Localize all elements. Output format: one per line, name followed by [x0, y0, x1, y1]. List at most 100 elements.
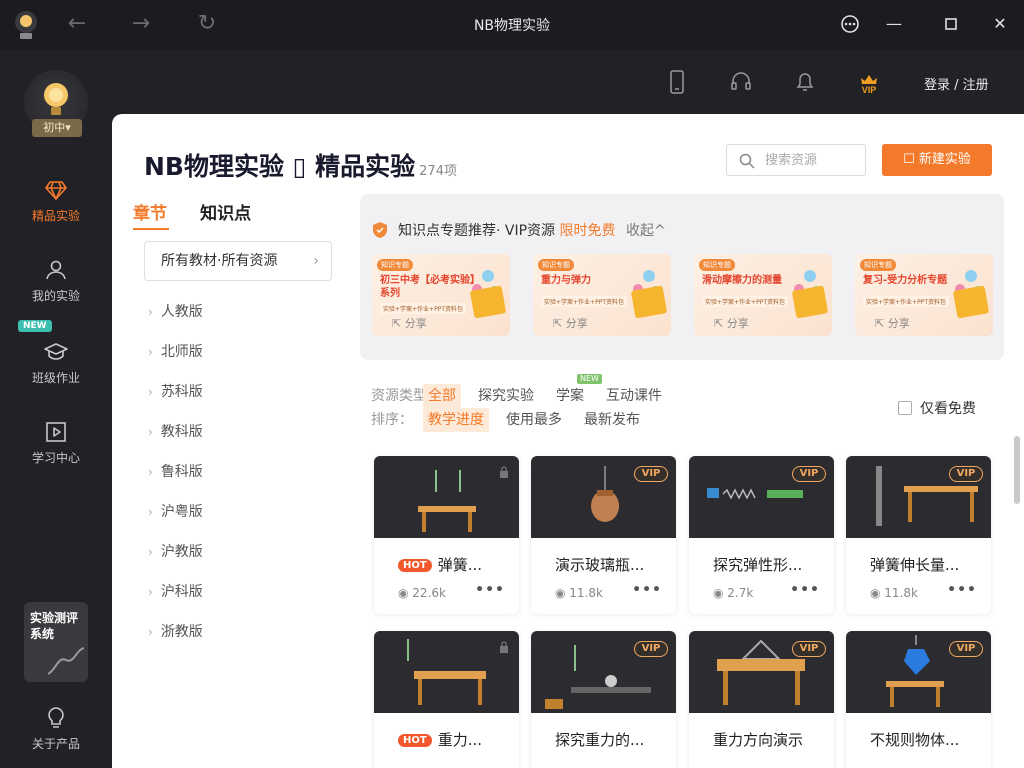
free-only-label: 仅看免费 — [920, 401, 976, 417]
edition-item[interactable]: › 沪教版 — [148, 540, 203, 580]
page-title-text: NB物理实验 ▯ 精品实验 — [144, 152, 416, 181]
hot-badge: HOT — [398, 559, 432, 572]
edition-item[interactable]: › 人教版 — [148, 300, 203, 340]
chevron-right-icon: › — [148, 345, 153, 359]
topic-subtitle: 实验+学案+作业+PPT资料包 — [702, 296, 788, 307]
sidebar-item-learning-center[interactable]: 学习中心 — [0, 420, 112, 466]
share-icon: ⇱ — [875, 317, 888, 330]
sidebar-item-label: 关于产品 — [31, 737, 80, 751]
experiment-thumbnail — [374, 631, 519, 713]
view-count: ◉ 2.7k — [713, 586, 754, 600]
experiment-thumbnail: VIP — [689, 456, 834, 538]
decor-bubble — [643, 270, 655, 282]
more-options-icon[interactable] — [838, 12, 862, 36]
experiment-title: 探究重力的... — [555, 731, 645, 749]
eye-icon: ◉ — [555, 586, 570, 600]
experiment-card[interactable]: VIP 演示玻璃瓶... ◉ 11.8k ••• — [531, 456, 676, 614]
bell-notification-icon[interactable] — [794, 70, 816, 94]
edition-item[interactable]: › 苏科版 — [148, 380, 203, 420]
experiment-title: 探究弹性形... — [713, 556, 803, 574]
edition-item[interactable]: › 教科版 — [148, 420, 203, 460]
tab-knowledge-point[interactable]: 知识点 — [200, 199, 251, 228]
vip-crown-icon[interactable]: VIP — [858, 70, 880, 94]
share-button[interactable]: ⇱ 分享 — [875, 315, 910, 331]
share-button[interactable]: ⇱ 分享 — [714, 315, 749, 331]
topic-recommendation-panel: 知识点专题推荐· VIP资源 限时免费 收起^ 知识专题 初三中考【必考实验】系… — [360, 194, 1004, 360]
sidebar-item-label: 精品实验 — [31, 209, 80, 223]
experiment-card[interactable]: HOT 弹簧... ◉ 22.6k ••• — [374, 456, 519, 614]
share-button[interactable]: ⇱ 分享 — [392, 315, 427, 331]
tab-chapter[interactable]: 章节 — [133, 199, 169, 230]
edition-item[interactable]: › 浙教版 — [148, 620, 203, 660]
more-options-button[interactable]: ••• — [790, 582, 820, 598]
minimize-icon[interactable]: — — [882, 12, 906, 36]
topic-card[interactable]: 知识专题 滑动摩擦力的测量 实验+学案+作业+PPT资料包 ⇱ 分享 — [694, 254, 832, 336]
view-count: ◉ 11.8k — [870, 586, 918, 600]
topic-card[interactable]: 知识专题 复习-受力分析专题 实验+学案+作业+PPT资料包 ⇱ 分享 — [855, 254, 993, 336]
headset-support-icon[interactable] — [730, 70, 752, 94]
free-only-checkbox[interactable]: 仅看免费 — [898, 398, 976, 418]
sidebar: 初中▾ 精品实验 我的实验 NEW 班级作业 学习中心 实验测评 系统 关于产品 — [0, 50, 112, 768]
experiment-card[interactable]: VIP 探究重力的... — [531, 631, 676, 768]
filter-type-courseware[interactable]: 互动课件 — [601, 384, 667, 408]
experiment-thumbnail: VIP — [846, 631, 991, 713]
maximize-icon[interactable] — [939, 12, 963, 36]
sidebar-item-label: 我的实验 — [31, 289, 80, 303]
filter-type-study-plan[interactable]: 学案 NEW — [551, 374, 602, 408]
sort-newest[interactable]: 最新发布 — [579, 408, 645, 432]
topic-tag: 知识专题 — [860, 259, 896, 271]
close-icon[interactable]: ✕ — [988, 12, 1012, 36]
chevron-right-icon: › — [148, 625, 153, 639]
search-box[interactable] — [726, 144, 866, 176]
experiment-card[interactable]: HOT 重力... — [374, 631, 519, 768]
topic-card[interactable]: 知识专题 初三中考【必考实验】系列 实验+学案+作业+PPT资料包 ⇱ 分享 — [372, 254, 510, 336]
new-tag: NEW — [577, 374, 602, 384]
vip-badge: VIP — [792, 641, 826, 657]
sidebar-item-my-experiments[interactable]: 我的实验 — [0, 258, 112, 304]
sidebar-item-premium-experiments[interactable]: 精品实验 — [0, 178, 112, 224]
experiment-card[interactable]: VIP 重力方向演示 — [689, 631, 834, 768]
textbook-filter-dropdown[interactable]: 所有教材·所有资源 › — [144, 241, 332, 281]
share-button[interactable]: ⇱ 分享 — [553, 315, 588, 331]
topic-tag: 知识专题 — [699, 259, 735, 271]
topic-subtitle: 实验+学案+作业+PPT资料包 — [380, 303, 466, 314]
experiment-title: 不规则物体... — [870, 731, 960, 749]
topic-card[interactable]: 知识专题 重力与弹力 实验+学案+作业+PPT资料包 ⇱ 分享 — [533, 254, 671, 336]
grade-level-selector[interactable]: 初中▾ — [32, 119, 82, 137]
experiment-grid: HOT 弹簧... ◉ 22.6k ••• VIP 演示玻璃瓶... ◉ 11.8… — [374, 456, 1014, 768]
graduation-cap-icon — [44, 343, 68, 360]
new-experiment-button[interactable]: ☐ 新建实验 — [882, 144, 992, 176]
edition-item[interactable]: › 北师版 — [148, 340, 203, 380]
experiment-card[interactable]: VIP 弹簧伸长量... ◉ 11.8k ••• — [846, 456, 991, 614]
sidebar-item-about-product[interactable]: 关于产品 — [0, 706, 112, 752]
play-box-icon — [46, 422, 66, 442]
filter-type-all[interactable]: 全部 — [423, 384, 461, 408]
more-options-button[interactable]: ••• — [632, 582, 662, 598]
experiment-count: 274项 — [419, 164, 457, 179]
chevron-right-icon: › — [148, 385, 153, 399]
mobile-phone-icon[interactable] — [666, 70, 688, 94]
more-options-button[interactable]: ••• — [475, 582, 505, 598]
experiment-card[interactable]: VIP 探究弹性形... ◉ 2.7k ••• — [689, 456, 834, 614]
sidebar-item-class-homework[interactable]: 班级作业 — [0, 340, 112, 386]
new-experiment-label: 新建实验 — [918, 152, 971, 167]
login-register-link[interactable]: 登录 / 注册 — [924, 74, 989, 93]
edition-item[interactable]: › 鲁科版 — [148, 460, 203, 500]
edition-item[interactable]: › 沪粤版 — [148, 500, 203, 540]
sort-teaching-progress[interactable]: 教学进度 — [423, 408, 489, 432]
evaluation-system-card[interactable]: 实验测评 系统 — [24, 602, 88, 682]
sort-most-used[interactable]: 使用最多 — [501, 408, 567, 432]
search-icon — [739, 153, 755, 169]
vertical-scrollbar[interactable] — [1014, 436, 1020, 504]
experiment-title: 重力方向演示 — [713, 731, 804, 749]
edition-item[interactable]: › 沪科版 — [148, 580, 203, 620]
more-options-button[interactable]: ••• — [947, 582, 977, 598]
eye-icon: ◉ — [870, 586, 885, 600]
filter-type-inquiry[interactable]: 探究实验 — [473, 384, 539, 408]
decor-bubble — [482, 270, 494, 282]
experiment-card[interactable]: VIP 不规则物体... — [846, 631, 991, 768]
search-input[interactable] — [765, 152, 865, 167]
collapse-toggle[interactable]: 收起^ — [626, 223, 666, 239]
vip-badge: VIP — [634, 466, 668, 482]
topic-tag: 知识专题 — [377, 259, 413, 271]
